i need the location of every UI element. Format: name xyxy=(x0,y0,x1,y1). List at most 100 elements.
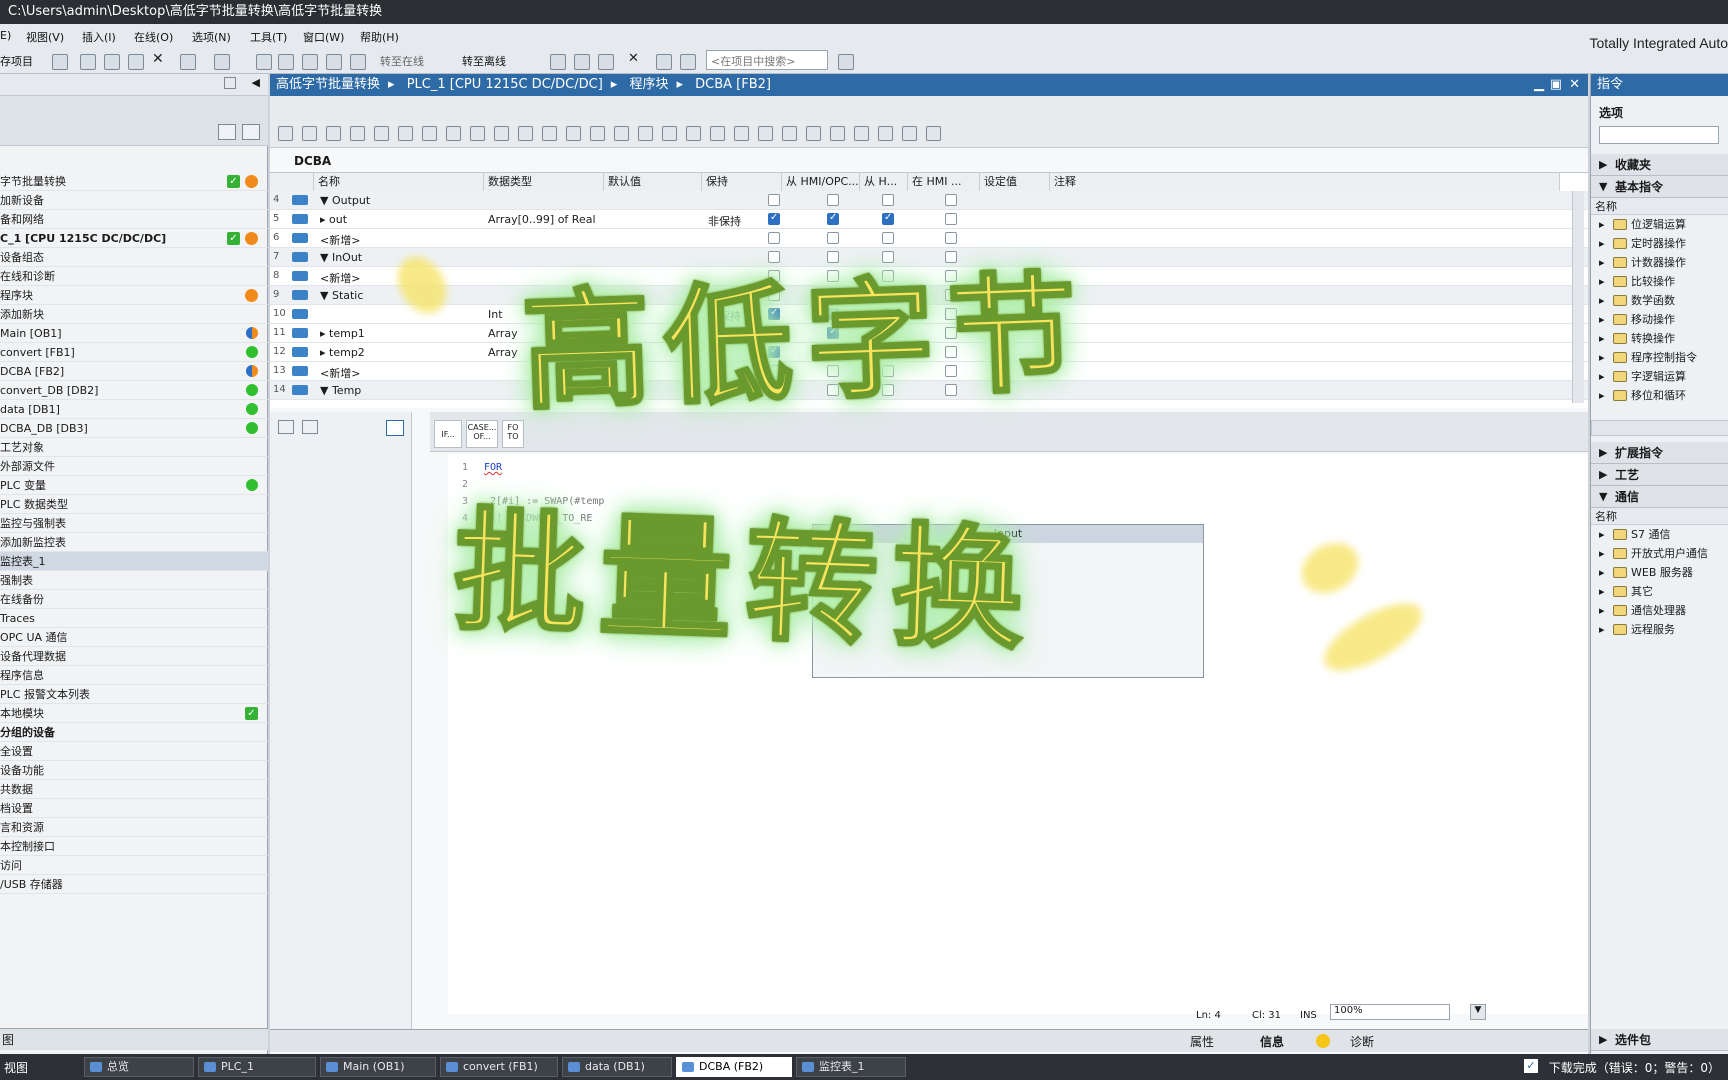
pin-icon[interactable] xyxy=(224,77,236,89)
col-hmi-access[interactable]: 从 HMI/OPC... xyxy=(782,173,860,191)
tree-item[interactable]: 外部源文件 xyxy=(0,457,268,476)
editor-tool-icon[interactable] xyxy=(926,126,941,141)
instruction-folder[interactable]: ▸ 移动操作 xyxy=(1591,310,1728,329)
access-checkbox[interactable] xyxy=(827,194,839,206)
editor-tool-icon[interactable] xyxy=(902,126,917,141)
tree-item[interactable]: DCBA [FB2] xyxy=(0,362,268,381)
editor-tool-icon[interactable] xyxy=(566,126,581,141)
editor-tool-icon[interactable] xyxy=(542,126,557,141)
tree-item[interactable]: 程序信息 xyxy=(0,666,268,685)
copy-icon[interactable] xyxy=(104,54,120,70)
tree-item[interactable]: OPC UA 通信 xyxy=(0,628,268,647)
interface-row[interactable]: 14 ▼ Temp xyxy=(270,381,1588,400)
breadcrumb-plc[interactable]: PLC_1 [CPU 1215C DC/DC/DC] xyxy=(407,77,603,92)
access-checkbox[interactable] xyxy=(827,365,839,377)
breadcrumb-project[interactable]: 高低字节批量转换 xyxy=(276,77,380,92)
editor-task-button[interactable]: data (DB1) xyxy=(562,1057,672,1077)
collapse-left-icon[interactable]: ◀ xyxy=(252,76,260,89)
editor-task-button[interactable]: PLC_1 xyxy=(198,1057,316,1077)
tree-item[interactable]: 设备功能 xyxy=(0,761,268,780)
undo-icon[interactable] xyxy=(180,54,196,70)
access-checkbox[interactable] xyxy=(768,384,780,396)
menu-online[interactable]: 在线(O) xyxy=(134,29,173,45)
editor-task-button[interactable]: 总览 xyxy=(84,1057,194,1077)
tab-if[interactable]: IF... xyxy=(434,420,462,448)
interface-row[interactable]: 8 <新增> xyxy=(270,267,1588,286)
portal-view-button[interactable]: 视图 xyxy=(4,1059,28,1076)
tree-item[interactable]: Traces xyxy=(0,609,268,628)
col-hmi-visible[interactable]: 在 HMI ... xyxy=(908,173,980,191)
editor-tool-icon[interactable] xyxy=(398,126,413,141)
code-line[interactable]: 2[#i] := SWAP(#temp xyxy=(484,496,604,507)
tree-item[interactable]: 添加新监控表 xyxy=(0,533,268,552)
tree-item[interactable]: 程序块 xyxy=(0,286,268,305)
instruction-folder[interactable]: ▸ 其它 xyxy=(1591,582,1728,601)
access-checkbox[interactable] xyxy=(827,289,839,301)
instruction-folder[interactable]: ▸ 比较操作 xyxy=(1591,272,1728,291)
interface-row[interactable]: 12 ▸ temp2 Array xyxy=(270,343,1588,362)
intellisense-popup[interactable]: Input xyxy=(812,524,1204,678)
col-default[interactable]: 默认值 xyxy=(604,173,702,191)
editor-task-button[interactable]: DCBA (FB2) xyxy=(676,1057,792,1077)
section-communication[interactable]: ▼ 通信 xyxy=(1591,486,1728,508)
tree-item[interactable]: 添加新块 xyxy=(0,305,268,324)
access-checkbox[interactable] xyxy=(945,308,957,320)
paste-icon[interactable] xyxy=(128,54,144,70)
grid-scrollbar[interactable] xyxy=(1572,191,1584,403)
menu-options[interactable]: 选项(N) xyxy=(192,29,231,45)
editor-tool-icon[interactable] xyxy=(830,126,845,141)
access-checkbox[interactable] xyxy=(827,212,839,225)
plc-icon[interactable] xyxy=(598,54,614,70)
access-checkbox[interactable] xyxy=(945,365,957,377)
editor-tool-icon[interactable] xyxy=(494,126,509,141)
breadcrumb-blocks[interactable]: 程序块 xyxy=(629,77,668,92)
tree-item[interactable]: 分组的设备 xyxy=(0,723,268,742)
access-checkbox[interactable] xyxy=(768,345,780,358)
cross-reference-icon[interactable] xyxy=(574,54,590,70)
editor-tool-icon[interactable] xyxy=(374,126,389,141)
access-checkbox[interactable] xyxy=(882,251,894,263)
tree-item[interactable]: 访问 xyxy=(0,856,268,875)
tab-for[interactable]: FO TO xyxy=(502,420,524,448)
access-checkbox[interactable] xyxy=(945,346,957,358)
tree-item[interactable]: Main [OB1] xyxy=(0,324,268,343)
insert-icon[interactable] xyxy=(278,420,294,434)
instruction-folder[interactable]: ▸ S7 通信 xyxy=(1591,525,1728,544)
tree-item[interactable]: 强制表 xyxy=(0,571,268,590)
access-checkbox[interactable] xyxy=(768,232,780,244)
access-checkbox[interactable] xyxy=(827,345,839,358)
access-checkbox[interactable] xyxy=(827,307,839,320)
tab-diagnostics[interactable]: 诊断 xyxy=(1350,1033,1374,1050)
col-name[interactable]: 名称 xyxy=(314,173,484,191)
col-hmi-write[interactable]: 从 H... xyxy=(860,173,908,191)
interface-row[interactable]: 13 <新增> xyxy=(270,362,1588,381)
editor-tool-icon[interactable] xyxy=(470,126,485,141)
access-checkbox[interactable] xyxy=(882,307,894,320)
tree-item[interactable]: 在线和诊断 xyxy=(0,267,268,286)
tree-item[interactable]: PLC 数据类型 xyxy=(0,495,268,514)
code-line[interactable]: FOR xyxy=(484,462,502,473)
tree-item[interactable]: /USB 存储器 xyxy=(0,875,268,894)
interface-row[interactable]: 10 Int 非保持 xyxy=(270,305,1588,324)
section-extended[interactable]: ▶ 扩展指令 xyxy=(1591,442,1728,464)
save-project-button[interactable]: 存项目 xyxy=(0,53,33,69)
go-online-button[interactable]: 转至在线 xyxy=(380,53,424,69)
access-checkbox[interactable] xyxy=(768,251,780,263)
cut-icon[interactable] xyxy=(80,54,96,70)
tree-item[interactable]: 加新设备 xyxy=(0,191,268,210)
editor-tool-icon[interactable] xyxy=(590,126,605,141)
editor-tool-icon[interactable] xyxy=(518,126,533,141)
access-checkbox[interactable] xyxy=(945,194,957,206)
tree-item[interactable]: 备和网络 xyxy=(0,210,268,229)
list-icon[interactable] xyxy=(302,420,318,434)
access-checkbox[interactable] xyxy=(882,194,894,206)
section-favorites[interactable]: ▶ 收藏夹 xyxy=(1591,154,1728,176)
instruction-folder[interactable]: ▸ 位逻辑运算 xyxy=(1591,215,1728,234)
menu-insert[interactable]: 插入(I) xyxy=(82,29,116,45)
basic-scrollbar[interactable] xyxy=(1591,420,1728,436)
access-checkbox[interactable] xyxy=(827,270,839,282)
editor-tool-icon[interactable] xyxy=(662,126,677,141)
close-icon[interactable]: ✕ xyxy=(1569,74,1580,96)
access-checkbox[interactable] xyxy=(882,232,894,244)
access-checkbox[interactable] xyxy=(768,365,780,377)
